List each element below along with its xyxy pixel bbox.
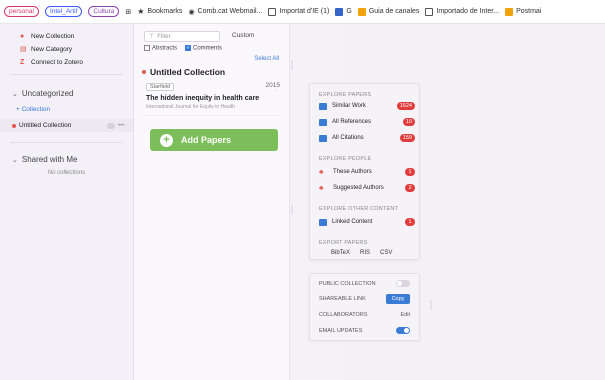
group-uncategorized[interactable]: ⌄ Uncategorized bbox=[0, 89, 133, 98]
no-collections-text: No collections bbox=[47, 170, 86, 176]
explore-other-header: EXPLORE OTHER CONTENT bbox=[319, 206, 399, 212]
collection-title: Untitled Collection bbox=[142, 67, 225, 77]
folder-icon bbox=[319, 118, 327, 126]
collection-dot-icon bbox=[142, 70, 146, 74]
bookmark-postman[interactable]: Postmai bbox=[505, 7, 541, 16]
zotero-icon: Z bbox=[20, 58, 25, 66]
shareable-link-label: SHAREABLE LINK bbox=[319, 296, 366, 302]
public-collection-label: PUBLIC COLLECTION bbox=[319, 281, 376, 287]
bookmark-guia-canales[interactable]: Guia de canales bbox=[357, 7, 419, 16]
similar-work-button[interactable]: Similar Work 1624 bbox=[319, 102, 415, 110]
paper-item[interactable]: Starfield 2015 “ The hidden inequity in … bbox=[142, 80, 282, 116]
folder-icon bbox=[357, 7, 366, 16]
divider bbox=[10, 74, 123, 75]
folder-icon bbox=[425, 7, 434, 16]
bookmark-webmail[interactable]: ◉ Comb.cat Webmail... bbox=[188, 8, 262, 16]
filter-icon: ⊤ bbox=[149, 34, 155, 40]
more-options-icon[interactable]: ••• bbox=[118, 123, 124, 129]
these-authors-button[interactable]: ♣ These Authors 1 bbox=[319, 168, 415, 176]
comments-checkbox[interactable]: ✓ Comments bbox=[185, 45, 222, 52]
explore-panel: EXPLORE PAPERS Similar Work 1624 All Ref… bbox=[309, 83, 420, 260]
resize-handle[interactable] bbox=[430, 300, 432, 310]
add-collection-link[interactable]: + Collection bbox=[0, 106, 133, 113]
bookmark-chip-cultura[interactable]: Cultura bbox=[88, 6, 120, 17]
checkbox-icon bbox=[144, 45, 150, 51]
abstracts-checkbox[interactable]: Abstracts bbox=[144, 45, 177, 52]
star-icon: ★ bbox=[137, 7, 145, 16]
collaborators-label: COLLABORATORS bbox=[319, 312, 368, 318]
category-icon: ▤ bbox=[20, 46, 27, 53]
paper-title[interactable]: The hidden inequity in health care bbox=[146, 95, 259, 102]
connect-zotero-button[interactable]: Z Connect to Zotero bbox=[0, 56, 133, 68]
folder-icon bbox=[505, 7, 514, 16]
export-ris-link[interactable]: RIS bbox=[360, 250, 370, 256]
linked-content-button[interactable]: Linked Content 1 bbox=[319, 218, 415, 226]
add-papers-button[interactable]: + Add Papers bbox=[150, 129, 278, 151]
apps-grid-icon[interactable]: ⊞ bbox=[125, 8, 131, 16]
new-collection-button[interactable]: ● New Collection bbox=[0, 30, 133, 42]
plus-icon: + bbox=[160, 133, 173, 147]
checkbox-checked-icon: ✓ bbox=[185, 45, 192, 51]
people-icon: ♣ bbox=[319, 168, 324, 176]
folder-icon bbox=[319, 134, 327, 142]
explore-people-header: EXPLORE PEOPLE bbox=[319, 156, 372, 162]
export-formats: BibTeX RIS CSV bbox=[331, 250, 392, 256]
copy-link-button[interactable]: Copy bbox=[386, 294, 410, 304]
paper-journal: International Journal for Equity in Heal… bbox=[146, 104, 235, 110]
sort-custom-dropdown[interactable]: Custom bbox=[232, 32, 254, 39]
count-badge: 159 bbox=[399, 134, 415, 142]
sidebar-item-untitled-collection[interactable]: Untitled Collection ••• bbox=[0, 119, 133, 132]
folder-icon bbox=[319, 218, 327, 226]
collection-panel: ⊤ Filter Custom Abstracts ✓ Comments Sele… bbox=[134, 24, 290, 380]
all-references-button[interactable]: All References 10 bbox=[319, 118, 415, 126]
select-all-link[interactable]: Select All bbox=[254, 56, 279, 62]
paper-quote-icon: “ bbox=[274, 90, 276, 96]
resize-handle[interactable] bbox=[291, 205, 293, 215]
resize-handle[interactable] bbox=[291, 60, 293, 70]
bookmarks-bar: personal Intel_Artif Cultura ⊞ ★ Bookmark… bbox=[0, 0, 605, 24]
count-badge: 10 bbox=[402, 118, 415, 126]
divider bbox=[10, 142, 123, 143]
folder-icon bbox=[319, 102, 327, 110]
collection-settings-panel: PUBLIC COLLECTION SHAREABLE LINK Copy CO… bbox=[309, 273, 420, 341]
export-csv-link[interactable]: CSV bbox=[380, 250, 392, 256]
edit-collaborators-link[interactable]: Edit bbox=[401, 312, 410, 318]
group-shared-with-me[interactable]: ⌄ Shared with Me bbox=[0, 155, 133, 164]
chevron-down-icon: ⌄ bbox=[12, 156, 18, 164]
count-badge: 1 bbox=[405, 218, 415, 226]
new-category-button[interactable]: ▤ New Category bbox=[0, 43, 133, 55]
globe-icon: ◉ bbox=[188, 8, 195, 16]
export-papers-header: EXPORT PAPERS bbox=[319, 240, 368, 246]
bookmark-bookmarks[interactable]: ★ Bookmarks bbox=[137, 7, 182, 16]
paper-year: 2015 bbox=[265, 82, 280, 89]
site-icon bbox=[335, 7, 344, 16]
export-bibtex-link[interactable]: BibTeX bbox=[331, 250, 350, 256]
count-badge: 1624 bbox=[396, 102, 415, 110]
email-updates-label: EMAIL UPDATES bbox=[319, 328, 363, 334]
filter-input[interactable]: ⊤ Filter bbox=[144, 31, 220, 42]
folder-icon bbox=[268, 7, 277, 16]
paper-author: Starfield bbox=[146, 83, 175, 91]
count-badge: 1 bbox=[405, 168, 415, 176]
count-badge: 2 bbox=[405, 184, 415, 192]
bookmark-chip-personal[interactable]: personal bbox=[4, 6, 39, 17]
email-updates-toggle[interactable] bbox=[396, 327, 410, 334]
collection-icon: ● bbox=[20, 32, 25, 40]
suggested-authors-button[interactable]: ♣ Suggested Authors 2 bbox=[319, 184, 415, 192]
bookmark-importat-ie[interactable]: Importat d'IE (1) bbox=[268, 7, 329, 16]
bookmark-g[interactable]: G bbox=[335, 7, 352, 16]
people-icon: ♣ bbox=[319, 184, 324, 192]
count-pill bbox=[107, 122, 115, 129]
bookmark-chip-intel-artif[interactable]: Intel_Artif bbox=[44, 6, 83, 17]
collection-dot-icon bbox=[12, 123, 16, 128]
chevron-down-icon: ⌄ bbox=[12, 90, 18, 98]
all-citations-button[interactable]: All Citations 159 bbox=[319, 134, 415, 142]
sidebar: ● New Collection ▤ New Category Z Connec… bbox=[0, 24, 134, 380]
public-collection-toggle[interactable] bbox=[396, 280, 410, 287]
bookmark-importado-inter[interactable]: Importado de Inter... bbox=[425, 7, 499, 16]
explore-papers-header: EXPLORE PAPERS bbox=[319, 92, 372, 98]
